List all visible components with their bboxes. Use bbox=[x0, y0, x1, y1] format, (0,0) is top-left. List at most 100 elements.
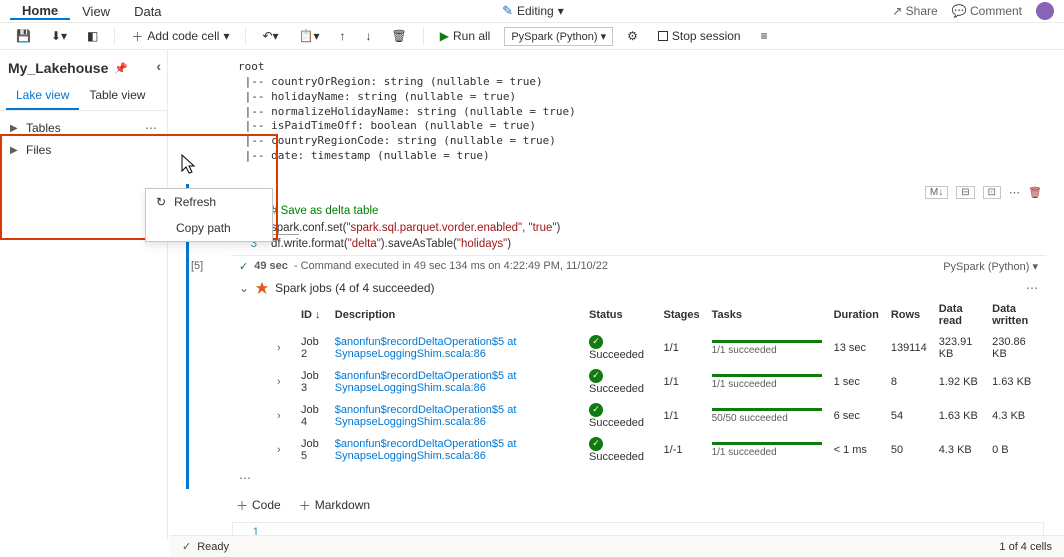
ribbon: Home View Data Editing ▾ Share Comment bbox=[0, 0, 1064, 23]
cell-duration: 13 sec bbox=[828, 331, 885, 365]
spark-icon bbox=[255, 281, 269, 295]
col-status[interactable]: Status bbox=[583, 299, 658, 331]
cell-more-button[interactable]: ⋯ bbox=[1009, 186, 1020, 199]
undo-button[interactable]: ↶▾ bbox=[256, 27, 284, 45]
variables-button[interactable]: ≡ bbox=[755, 27, 774, 45]
cursor-pointer-icon bbox=[178, 153, 198, 177]
cell-duration: 1 sec bbox=[828, 365, 885, 399]
tree-item-files[interactable]: ▶ Files bbox=[4, 139, 163, 161]
spark-jobs-table: ID ↓ Description Status Stages Tasks Dur… bbox=[271, 299, 1046, 467]
job-description-link[interactable]: $anonfun$recordDeltaOperation$5 at Synap… bbox=[335, 404, 517, 428]
cell-delete-button[interactable]: 🗑 bbox=[1028, 186, 1042, 199]
share-icon bbox=[892, 4, 902, 18]
table-row: ›Job 4$anonfun$recordDeltaOperation$5 at… bbox=[271, 399, 1046, 433]
paste-button[interactable]: 📋▾ bbox=[293, 27, 326, 45]
share-label: Share bbox=[906, 4, 938, 18]
add-code-button[interactable]: ＋Code bbox=[236, 497, 281, 514]
user-avatar[interactable] bbox=[1036, 2, 1054, 20]
col-id[interactable]: ID ↓ bbox=[295, 299, 329, 331]
cell-status: Succeeded bbox=[589, 383, 644, 395]
expand-row-button[interactable]: › bbox=[277, 444, 281, 456]
collapse-sidebar-button[interactable]: ‹ bbox=[156, 58, 161, 74]
pin-icon[interactable]: 📌 bbox=[114, 62, 128, 75]
col-stages[interactable]: Stages bbox=[658, 299, 706, 331]
status-ready-label: Ready bbox=[197, 541, 229, 553]
stop-icon bbox=[658, 31, 668, 41]
cell-data-read: 1.63 KB bbox=[933, 399, 986, 433]
spark-jobs-title: Spark jobs (4 of 4 succeeded) bbox=[275, 281, 434, 295]
spark-more-button[interactable]: ⋯ bbox=[1026, 281, 1038, 295]
tree-item-more-button[interactable]: ⋯ bbox=[145, 121, 157, 135]
job-description-link[interactable]: $anonfun$recordDeltaOperation$5 at Synap… bbox=[335, 336, 517, 360]
language-select-value: PySpark (Python) bbox=[511, 31, 597, 43]
cell-data-written: 4.3 KB bbox=[986, 399, 1046, 433]
context-menu: Refresh Copy path bbox=[145, 188, 273, 242]
add-code-cell-button[interactable]: ＋Add code cell ▾ bbox=[125, 26, 235, 47]
spark-jobs-header[interactable]: ⌄ Spark jobs (4 of 4 succeeded) ⋯ bbox=[231, 277, 1046, 299]
add-markdown-button[interactable]: ＋Markdown bbox=[299, 497, 370, 514]
job-description-link[interactable]: $anonfun$recordDeltaOperation$5 at Synap… bbox=[335, 438, 517, 462]
col-description[interactable]: Description bbox=[329, 299, 583, 331]
check-icon: ✓ bbox=[239, 260, 248, 273]
ribbon-tab-data[interactable]: Data bbox=[122, 4, 173, 19]
col-tasks[interactable]: Tasks bbox=[706, 299, 828, 331]
download-button[interactable]: ⬇▾ bbox=[45, 27, 73, 45]
save-button[interactable]: 💾 bbox=[10, 27, 37, 45]
job-description-link[interactable]: $anonfun$recordDeltaOperation$5 at Synap… bbox=[335, 370, 517, 394]
cell-status: Succeeded bbox=[589, 349, 644, 361]
share-button[interactable]: Share bbox=[892, 4, 937, 18]
settings-gear-button[interactable]: ⚙ bbox=[621, 27, 644, 45]
sidebar-tabs: Lake view Table view bbox=[0, 82, 167, 111]
comment-label: Comment bbox=[970, 4, 1022, 18]
cell-tasks: 1/1 succeeded bbox=[712, 447, 822, 458]
chevron-right-icon: ▶ bbox=[10, 145, 20, 156]
tree-item-tables-label: Tables bbox=[26, 121, 61, 135]
cell-stages: 1/1 bbox=[658, 331, 706, 365]
code-token: "holidays" bbox=[457, 238, 507, 250]
code-token: ).saveAsTable( bbox=[381, 238, 457, 250]
cell-duration: < 1 ms bbox=[828, 433, 885, 467]
task-progress-bar bbox=[712, 340, 822, 343]
cell-job-id: Job 3 bbox=[295, 365, 329, 399]
cell-language-label[interactable]: PySpark (Python) ▾ bbox=[943, 260, 1046, 273]
expand-row-button[interactable]: › bbox=[277, 410, 281, 422]
cube-button[interactable]: ◧ bbox=[81, 27, 104, 45]
move-up-button[interactable]: ↑ bbox=[334, 27, 352, 45]
col-duration[interactable]: Duration bbox=[828, 299, 885, 331]
expand-row-button[interactable]: › bbox=[277, 376, 281, 388]
run-all-button[interactable]: ▶ Run all bbox=[434, 27, 497, 45]
chevron-down-icon[interactable]: ⌄ bbox=[239, 281, 249, 295]
code-cell-5[interactable]: ▷ ▾ M↓ ⊟ ⊡ ⋯ 🗑 1# Save as delta table 2s… bbox=[186, 184, 1046, 489]
col-data-written[interactable]: Data written bbox=[986, 299, 1046, 331]
cell-data-written: 0 B bbox=[986, 433, 1046, 467]
output-truncated-indicator[interactable]: ⋯ bbox=[231, 467, 1046, 489]
cell-count-label: 1 of 4 cells bbox=[999, 541, 1052, 553]
cell-output-button[interactable]: ⊡ bbox=[983, 186, 1001, 199]
tree-item-tables[interactable]: ▶ Tables ⋯ bbox=[4, 117, 163, 139]
add-markdown-label: Markdown bbox=[315, 498, 370, 512]
comment-button[interactable]: Comment bbox=[952, 4, 1022, 18]
expand-row-button[interactable]: › bbox=[277, 342, 281, 354]
code-line-1: # Save as delta table bbox=[271, 205, 378, 217]
tab-lake-view[interactable]: Lake view bbox=[6, 82, 79, 110]
editing-mode-dropdown[interactable]: Editing ▾ bbox=[494, 1, 572, 21]
ribbon-tab-view[interactable]: View bbox=[70, 4, 122, 19]
context-menu-refresh[interactable]: Refresh bbox=[146, 189, 272, 215]
tree-item-files-label: Files bbox=[26, 143, 51, 157]
cell-collapse-button[interactable]: ⊟ bbox=[956, 186, 974, 199]
run-all-label: Run all bbox=[453, 29, 490, 43]
col-data-read[interactable]: Data read bbox=[933, 299, 986, 331]
context-menu-copy-path[interactable]: Copy path bbox=[146, 215, 272, 241]
cell-data-read: 4.3 KB bbox=[933, 433, 986, 467]
ribbon-tab-home[interactable]: Home bbox=[10, 3, 70, 20]
context-menu-copy-path-label: Copy path bbox=[176, 221, 231, 235]
col-rows[interactable]: Rows bbox=[885, 299, 933, 331]
tab-table-view[interactable]: Table view bbox=[79, 82, 155, 110]
cell-markdown-button[interactable]: M↓ bbox=[925, 186, 948, 199]
code-editor[interactable]: 1# Save as delta table 2spark.conf.set("… bbox=[231, 201, 1046, 255]
move-down-button[interactable]: ↓ bbox=[360, 27, 378, 45]
stop-session-button[interactable]: Stop session bbox=[652, 27, 747, 45]
cell-job-id: Job 5 bbox=[295, 433, 329, 467]
delete-button[interactable]: 🗑 bbox=[386, 27, 413, 45]
language-select[interactable]: PySpark (Python) ▾ bbox=[504, 27, 613, 46]
